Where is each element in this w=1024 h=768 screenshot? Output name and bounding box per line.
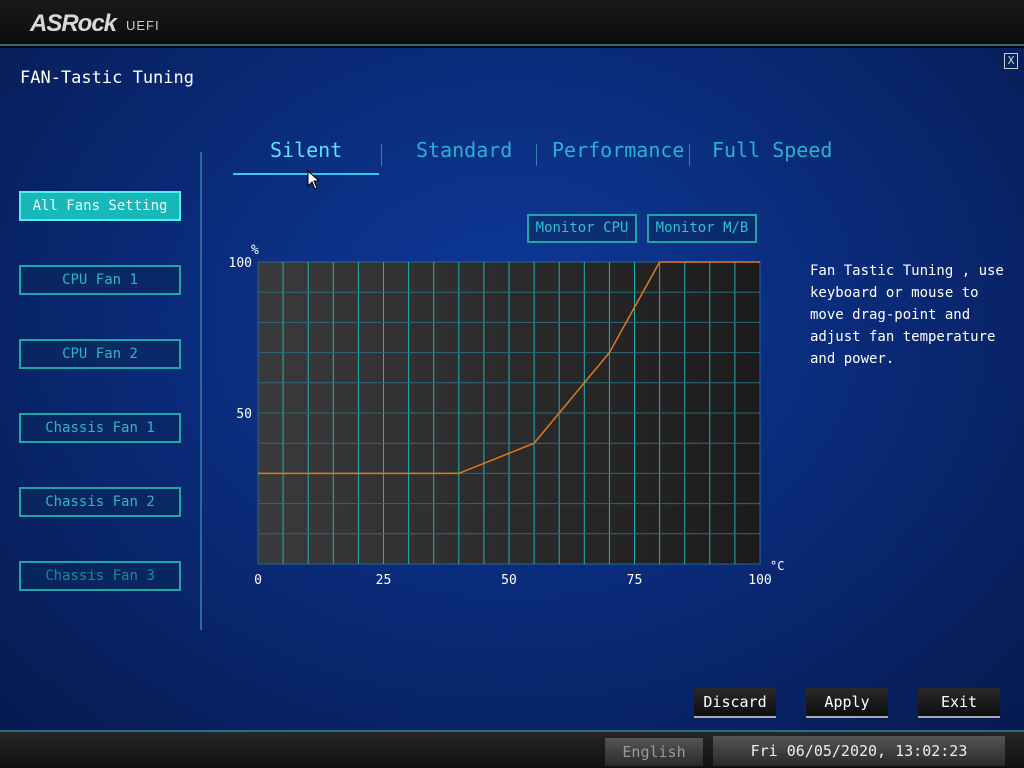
bottom-bar: English Fri 06/05/2020, 13:02:23 bbox=[0, 730, 1024, 768]
sidebar-item-chassis-fan-3[interactable]: Chassis Fan 3 bbox=[19, 561, 181, 591]
monitor-cpu-button[interactable]: Monitor CPU bbox=[527, 214, 637, 243]
sidebar-divider bbox=[200, 152, 202, 630]
asrock-logo: ASRock bbox=[30, 10, 117, 37]
sidebar-item-cpu-fan-1[interactable]: CPU Fan 1 bbox=[19, 265, 181, 295]
monitor-mb-button[interactable]: Monitor M/B bbox=[647, 214, 757, 243]
sidebar-item-chassis-fan-1[interactable]: Chassis Fan 1 bbox=[19, 413, 181, 443]
tab-separator bbox=[689, 144, 690, 166]
date-time: Fri 06/05/2020, 13:02:23 bbox=[713, 736, 1005, 766]
tab-standard[interactable]: Standard bbox=[416, 138, 512, 162]
tab-performance[interactable]: Performance bbox=[552, 138, 684, 162]
sidebar-item-cpu-fan-2[interactable]: CPU Fan 2 bbox=[19, 339, 181, 369]
exit-button[interactable]: Exit bbox=[918, 688, 1000, 718]
active-tab-underline bbox=[233, 173, 379, 175]
sidebar-item-all-fans[interactable]: All Fans Setting bbox=[19, 191, 181, 221]
page-title: FAN-Tastic Tuning bbox=[20, 68, 194, 88]
tab-silent[interactable]: Silent bbox=[270, 138, 342, 162]
top-bar: ASRock UEFI bbox=[0, 0, 1024, 46]
tab-separator bbox=[381, 144, 382, 166]
main-panel: FAN-Tastic Tuning X All Fans Setting CPU… bbox=[0, 48, 1024, 730]
apply-button[interactable]: Apply bbox=[806, 688, 888, 718]
sidebar-item-chassis-fan-2[interactable]: Chassis Fan 2 bbox=[19, 487, 181, 517]
uefi-label: UEFI bbox=[126, 18, 160, 33]
language-selector[interactable]: English bbox=[605, 738, 703, 766]
tab-separator bbox=[536, 144, 537, 166]
tab-full-speed[interactable]: Full Speed bbox=[712, 138, 832, 162]
help-text: Fan Tastic Tuning , use keyboard or mous… bbox=[810, 263, 1004, 367]
mouse-cursor-icon bbox=[307, 170, 319, 190]
discard-button[interactable]: Discard bbox=[694, 688, 776, 718]
close-button[interactable]: X bbox=[1004, 53, 1018, 69]
